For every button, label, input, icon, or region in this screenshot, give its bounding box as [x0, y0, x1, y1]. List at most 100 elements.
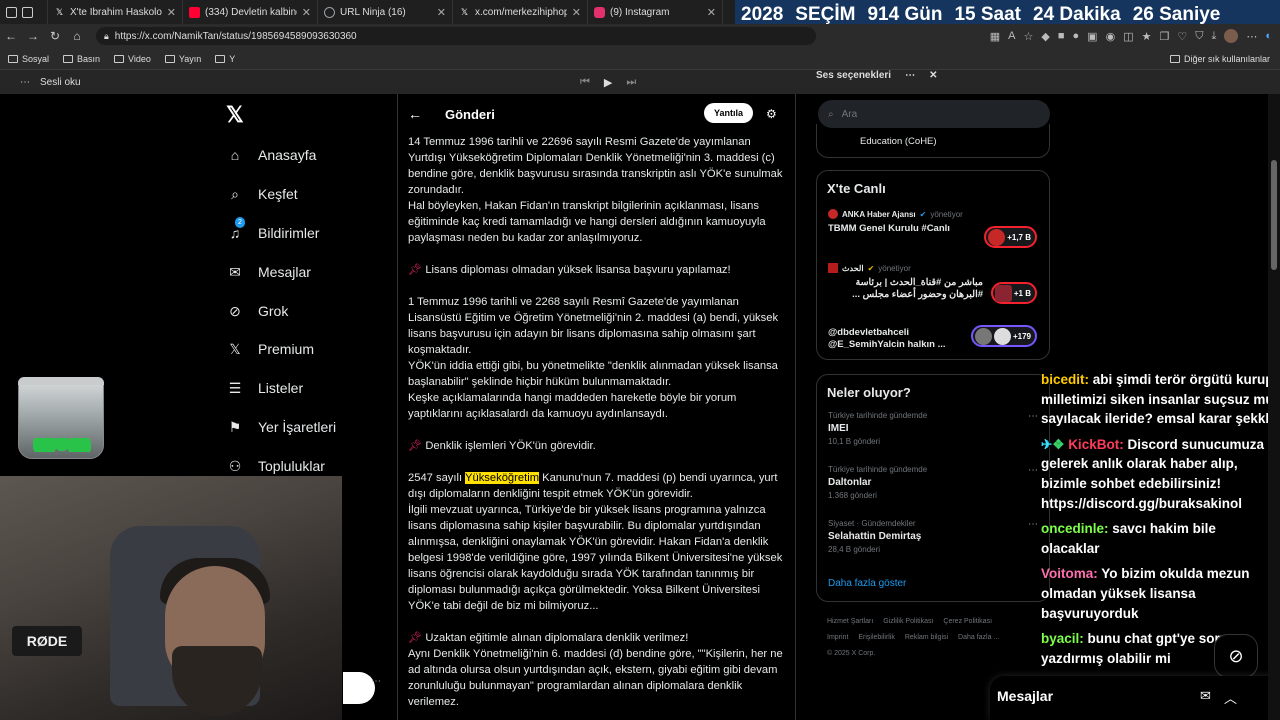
footer-link[interactable]: Erişilebilirlik: [858, 634, 895, 641]
close-icon[interactable]: ✕: [302, 6, 311, 19]
play-icon[interactable]: ▶︎: [604, 76, 612, 89]
trend-item[interactable]: Siyaset · Gündemdekiler Selahattin Demir…: [828, 519, 1038, 554]
page-scrollbar[interactable]: [1268, 94, 1280, 720]
browser-tab-active[interactable]: (9) Instagram ✕: [588, 0, 723, 24]
folder-icon: [8, 54, 18, 63]
close-icon[interactable]: ✕: [167, 6, 176, 19]
close-icon[interactable]: ✕: [437, 6, 446, 19]
post-paragraph: Keşke açıklamalarında hangi maddeden har…: [408, 392, 737, 420]
trend-item[interactable]: Türkiye tarihinde gündemde IMEI 10,1 B g…: [828, 411, 1038, 446]
back-arrow-icon[interactable]: ←: [408, 106, 422, 122]
app-icon[interactable]: ▦: [990, 30, 1000, 43]
home-icon[interactable]: ⌂: [66, 29, 88, 43]
bookmark-folder[interactable]: Sosyal: [8, 54, 49, 64]
settings-sliders-icon[interactable]: ⚙: [766, 107, 777, 121]
x-logo-icon[interactable]: 𝕏: [226, 102, 244, 128]
host-avatar: [988, 228, 1006, 246]
sidebar-item-messages[interactable]: ✉ Mesajlar: [226, 263, 311, 281]
next-icon[interactable]: ⏭︎: [626, 76, 636, 89]
browser-tab[interactable]: 𝕏 X'te İbrahim Haskoloğlu: " ✕: [48, 0, 183, 24]
jar-candies: [33, 438, 91, 452]
browser-tab[interactable]: URL Ninja (16) ✕: [318, 0, 453, 24]
read-aloud-icon[interactable]: A: [1008, 30, 1015, 42]
back-icon[interactable]: ←: [0, 29, 22, 43]
tab-actions-icon[interactable]: [22, 6, 33, 18]
live-listeners-pill[interactable]: +1 B: [990, 282, 1037, 304]
sidebar-item-lists[interactable]: ☰ Listeler: [226, 379, 303, 397]
post-paragraph: YÖK'ün iddia ettiği gibi, bu yönetmelikt…: [408, 360, 778, 388]
live-item[interactable]: الحدث ✔ yönetiyor مباشر من #قناة_الحدث | ب…: [828, 263, 983, 301]
collections-icon[interactable]: ❐: [1159, 30, 1169, 43]
live-item[interactable]: @dbdevletbahceli @E_SemihYalcin halkın .…: [828, 327, 963, 351]
trend-item[interactable]: Türkiye tarihinde gündemde Daltonlar 1.3…: [828, 465, 1038, 500]
browser-tab[interactable]: 𝕏 x.com/merkezihiphop/stat ✕: [453, 0, 588, 24]
grok-fab-button[interactable]: ⊘: [1214, 634, 1258, 678]
close-icon[interactable]: ✕: [929, 70, 937, 81]
search-icon: ⌕: [828, 108, 834, 120]
favorites-icon[interactable]: ★: [1142, 30, 1152, 43]
sidebar-item-premium[interactable]: 𝕏 Premium: [226, 340, 314, 358]
bookmark-folder[interactable]: Video: [114, 54, 151, 64]
extension-icon[interactable]: ■: [1058, 30, 1065, 42]
scrollbar-thumb[interactable]: [1271, 160, 1277, 270]
sidebar-item-notifications[interactable]: ♫ 2 Bildirimler: [226, 217, 319, 242]
grok-icon: ⊘: [1228, 646, 1244, 666]
browser-tab[interactable]: (334) Devletin kalbinden İ ✕: [183, 0, 318, 24]
live-card: X'te Canlı ANKA Haber Ajansı ✔ yönetiyor T…: [816, 170, 1050, 360]
new-message-icon[interactable]: ✉: [1200, 688, 1211, 704]
extension-icon[interactable]: ●: [1073, 30, 1080, 42]
menu-dots-icon[interactable]: ⋯: [20, 77, 30, 88]
live-listeners-pill[interactable]: +179: [970, 325, 1037, 347]
sidebar-item-bookmarks[interactable]: ⚑ Yer İşaretleri: [226, 418, 336, 436]
favorite-star-icon[interactable]: ☆: [1024, 30, 1034, 43]
bookmark-folder[interactable]: Y: [215, 54, 235, 64]
forward-icon[interactable]: →: [22, 29, 44, 43]
previous-icon[interactable]: ⏮︎: [580, 76, 590, 89]
workspaces-icon[interactable]: [6, 6, 17, 18]
sidebar-item-communities[interactable]: ⚇ Topluluklar: [226, 457, 325, 475]
more-menu-icon[interactable]: ⋯: [905, 70, 915, 81]
reply-button[interactable]: Yantıla: [704, 103, 754, 123]
shield-icon[interactable]: ⛉: [1195, 30, 1203, 43]
bookmark-folder[interactable]: Basın: [63, 54, 100, 64]
extension-icon[interactable]: ◆: [1041, 30, 1049, 43]
live-listeners-pill[interactable]: +1,7 B: [984, 226, 1037, 248]
heart-icon[interactable]: ♡: [1177, 30, 1187, 43]
live-source-avatar: [828, 263, 838, 273]
more-menu-icon[interactable]: ⋯: [1246, 30, 1257, 43]
more-icon[interactable]: ⋯: [371, 676, 381, 687]
sidebar-item-home[interactable]: ⌂ Anasayfa: [226, 146, 317, 164]
split-screen-icon[interactable]: ◫: [1123, 30, 1133, 43]
footer-link[interactable]: Daha fazla ...: [958, 634, 999, 641]
address-bar[interactable]: 🔒︎ https://x.com/NamikTan/status/1985694…: [96, 27, 816, 45]
messages-drawer-label: Mesajlar: [997, 688, 1054, 704]
extensions-area: ▦ A ☆ ◆ ■ ● ▣ ◉ ◫ ★ ❐ ♡ ⛉ ⤓ ⋯ ◐: [990, 24, 1272, 48]
tab-actions[interactable]: [0, 0, 48, 24]
footer-link[interactable]: Reklam bilgisi: [905, 634, 948, 641]
sidebar-item-explore[interactable]: ⌕ Keşfet: [226, 185, 298, 203]
profile-avatar[interactable]: [1224, 29, 1239, 43]
bookmark-folder[interactable]: Yayın: [164, 54, 201, 64]
tab-title: (334) Devletin kalbinden İ: [205, 6, 297, 18]
extension-icon[interactable]: ▣: [1087, 30, 1097, 43]
footer-link[interactable]: Hizmet Şartları: [827, 618, 873, 625]
copilot-icon[interactable]: ◐: [1265, 30, 1272, 42]
refresh-icon[interactable]: ↻: [44, 29, 66, 43]
folder-icon: [114, 54, 125, 63]
footer-link[interactable]: Gizlilik Politikası: [883, 618, 933, 625]
sidebar-item-grok[interactable]: ⊘ Grok: [226, 302, 288, 320]
messages-drawer[interactable]: Mesajlar ✉ ︿: [990, 676, 1276, 720]
voice-options-button[interactable]: Ses seçenekleri: [816, 70, 891, 81]
people-icon: ⚇: [228, 457, 242, 474]
footer-link[interactable]: Imprint: [827, 634, 848, 641]
footer-link[interactable]: Çerez Politikası: [943, 618, 992, 625]
page-title: Gönderi: [445, 106, 495, 122]
chevron-up-icon[interactable]: ︿: [1224, 688, 1237, 707]
show-more-link[interactable]: Daha fazla göster: [828, 578, 906, 589]
countdown-year: 2028: [741, 4, 784, 25]
download-icon[interactable]: ⤓: [1211, 30, 1216, 43]
other-favorites[interactable]: Diğer sık kullanılanlar: [1169, 48, 1270, 70]
extension-icon[interactable]: ◉: [1106, 30, 1116, 43]
close-icon[interactable]: ✕: [572, 6, 581, 19]
close-icon[interactable]: ✕: [707, 6, 716, 19]
